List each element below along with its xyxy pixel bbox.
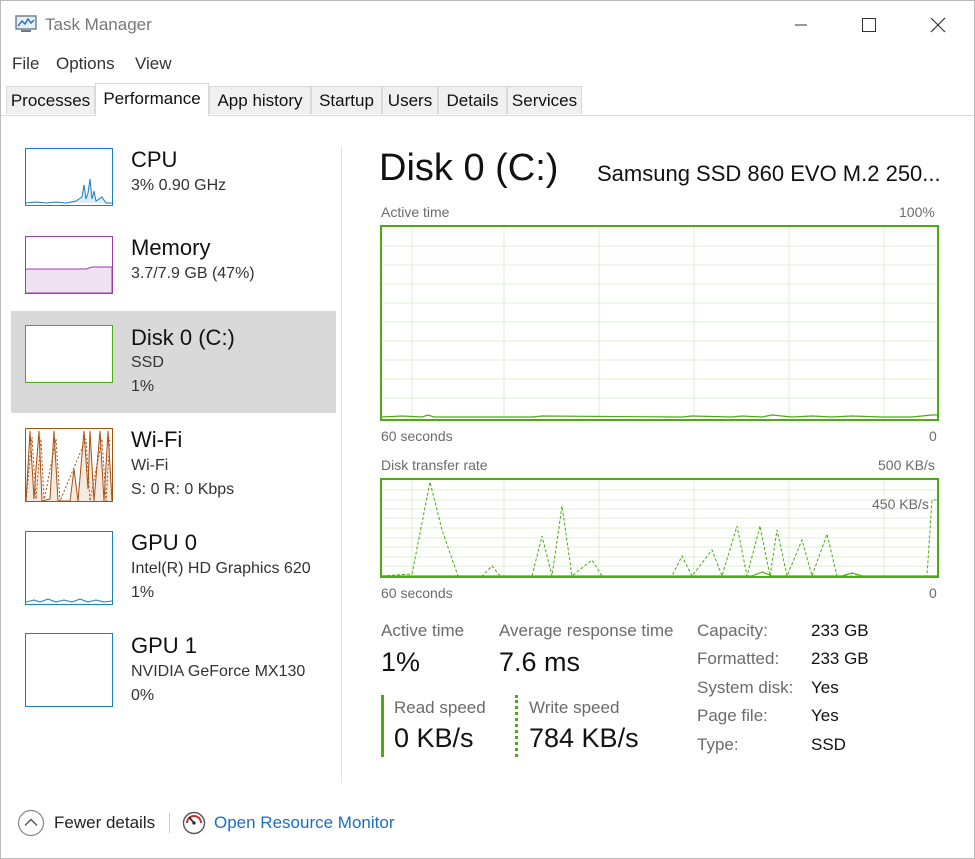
sidebar-item-wifi-name: Wi-Fi	[131, 427, 183, 452]
read-speed-indicator	[381, 695, 384, 757]
write-speed-indicator	[515, 695, 518, 757]
maximize-icon	[862, 18, 876, 32]
sidebar-item-gpu0[interactable]: GPU 0 Intel(R) HD Graphics 620 1%	[11, 522, 336, 624]
sidebar-item-gpu0-name: GPU 0	[131, 530, 198, 555]
write-speed-value: 784 KB/s	[529, 723, 639, 753]
footer-divider	[169, 813, 170, 833]
info-value-page-file: Yes	[811, 706, 839, 725]
transfer-rate-graph-xlabel: 60 seconds	[381, 585, 453, 601]
read-speed-value: 0 KB/s	[394, 723, 474, 753]
disk-model: Samsung SSD 860 EVO M.2 250...	[597, 161, 941, 186]
sidebar-item-disk-name: Disk 0 (C:)	[131, 325, 235, 350]
disk-title: Disk 0 (C:)	[379, 147, 559, 189]
info-value-type: SSD	[811, 735, 846, 754]
menu-view[interactable]: View	[135, 54, 172, 74]
transfer-rate-graph-marker: 450 KB/s	[872, 496, 929, 512]
transfer-rate-graph-min: 0	[929, 585, 937, 601]
sidebar-divider	[341, 146, 342, 783]
active-time-stat-label: Active time	[381, 621, 465, 640]
tab-performance[interactable]: Performance	[95, 83, 209, 116]
info-key-system-disk: System disk:	[697, 678, 794, 697]
tab-strip: Processes Performance App history Startu…	[1, 83, 974, 116]
info-key-type: Type:	[697, 735, 739, 754]
minimize-button[interactable]	[781, 9, 821, 41]
read-speed-label: Read speed	[394, 698, 486, 717]
sidebar-item-gpu1-name: GPU 1	[131, 633, 198, 658]
sidebar-item-gpu1-usage: 0%	[131, 687, 155, 704]
sidebar-item-wifi-adapter: Wi-Fi	[131, 457, 169, 474]
cpu-thumbnail-graph	[25, 148, 113, 206]
transfer-rate-graph: 450 KB/s	[380, 478, 939, 578]
tab-details[interactable]: Details	[438, 86, 507, 114]
sidebar-item-disk-type: SSD	[131, 354, 164, 371]
active-time-graph-min: 0	[929, 428, 937, 444]
info-key-formatted: Formatted:	[697, 649, 780, 668]
minimize-icon	[795, 24, 807, 26]
open-resource-monitor-link[interactable]: Open Resource Monitor	[182, 811, 394, 835]
active-time-stat-value: 1%	[381, 647, 421, 677]
tab-processes[interactable]: Processes	[6, 86, 95, 114]
window-title: Task Manager	[45, 15, 152, 34]
close-button[interactable]	[918, 9, 958, 41]
disk-thumbnail-graph	[25, 325, 113, 383]
write-speed-label: Write speed	[529, 698, 620, 717]
sidebar-item-disk[interactable]: Disk 0 (C:) SSD 1%	[11, 311, 336, 413]
sidebar-item-memory-detail: 3.7/7.9 GB (47%)	[131, 265, 255, 282]
close-icon	[930, 17, 946, 33]
open-resource-monitor-label: Open Resource Monitor	[214, 813, 395, 832]
info-value-formatted: 233 GB	[811, 649, 869, 668]
active-time-graph-label: Active time	[381, 204, 450, 220]
info-key-page-file: Page file:	[697, 706, 768, 725]
wifi-thumbnail-graph	[25, 428, 113, 502]
sidebar-item-wifi[interactable]: Wi-Fi Wi-Fi S: 0 R: 0 Kbps	[11, 419, 336, 521]
transfer-rate-graph-max: 500 KB/s	[878, 457, 935, 473]
chevron-up-icon	[17, 809, 45, 837]
sidebar-item-cpu[interactable]: CPU 3% 0.90 GHz	[11, 139, 336, 241]
sidebar-item-gpu0-model: Intel(R) HD Graphics 620	[131, 560, 311, 577]
gpu0-thumbnail-graph	[25, 531, 113, 605]
footer-bar: Fewer details Open Resource Monitor	[1, 801, 974, 851]
tab-services[interactable]: Services	[507, 86, 582, 114]
info-value-capacity: 233 GB	[811, 621, 869, 640]
active-time-graph-max: 100%	[899, 204, 935, 220]
sidebar-item-gpu1[interactable]: GPU 1 NVIDIA GeForce MX130 0%	[11, 625, 336, 727]
avg-response-stat-value: 7.6 ms	[499, 647, 581, 677]
active-time-graph-xlabel: 60 seconds	[381, 428, 453, 444]
maximize-button[interactable]	[849, 9, 889, 41]
sidebar-item-cpu-detail: 3% 0.90 GHz	[131, 177, 227, 194]
menu-options[interactable]: Options	[56, 54, 115, 74]
memory-thumbnail-graph	[25, 236, 113, 294]
task-manager-window: Task Manager File Options View Processes…	[0, 0, 975, 859]
transfer-rate-graph-label: Disk transfer rate	[381, 457, 488, 473]
resource-monitor-icon	[182, 811, 206, 835]
tab-users[interactable]: Users	[382, 86, 438, 114]
sidebar-item-cpu-name: CPU	[131, 147, 178, 172]
info-value-system-disk: Yes	[811, 678, 839, 697]
sidebar-item-memory-name: Memory	[131, 235, 211, 260]
fewer-details-button[interactable]: Fewer details	[17, 809, 155, 837]
sidebar-item-gpu0-usage: 1%	[131, 584, 155, 601]
active-time-graph	[380, 225, 939, 421]
tab-app-history[interactable]: App history	[209, 86, 311, 114]
avg-response-stat-label: Average response time	[499, 621, 674, 640]
fewer-details-label: Fewer details	[54, 813, 156, 832]
tab-startup[interactable]: Startup	[311, 86, 382, 114]
sidebar-item-disk-usage: 1%	[131, 378, 155, 395]
sidebar-item-wifi-throughput: S: 0 R: 0 Kbps	[131, 481, 235, 498]
title-bar[interactable]: Task Manager	[1, 1, 974, 47]
menu-file[interactable]: File	[12, 54, 39, 74]
gpu1-thumbnail-graph	[25, 633, 113, 707]
task-manager-icon	[15, 15, 37, 38]
sidebar-item-gpu1-model: NVIDIA GeForce MX130	[131, 663, 306, 680]
info-key-capacity: Capacity:	[697, 621, 768, 640]
